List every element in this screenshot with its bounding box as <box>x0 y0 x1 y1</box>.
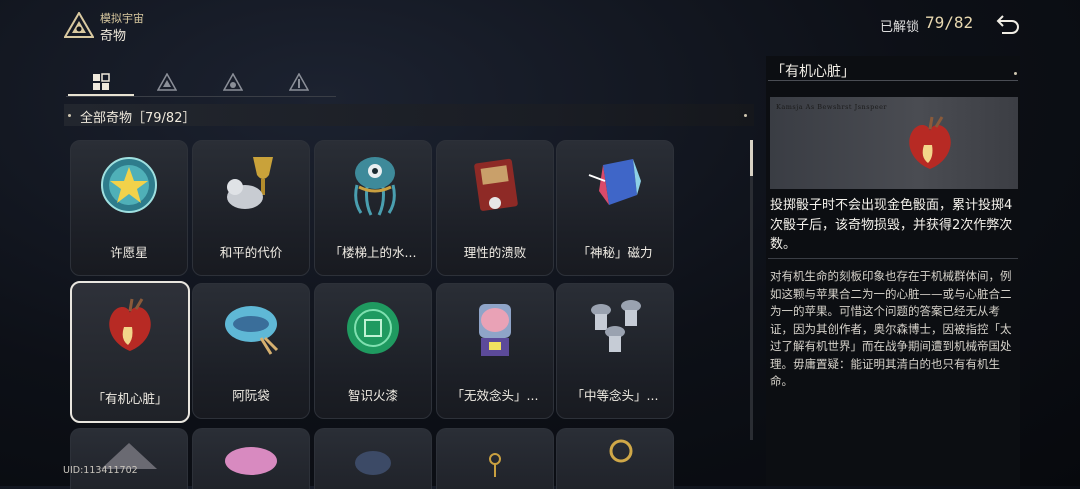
red-book-icon <box>474 158 518 211</box>
item-card-partial[interactable] <box>70 428 188 489</box>
item-card-selected[interactable]: 「有机心脏」 <box>70 281 190 423</box>
item-name: 「中等念头」... <box>571 388 659 403</box>
item-name: 阿阮袋 <box>232 388 270 403</box>
uid-label: UID:113411702 <box>63 465 138 476</box>
ring-icon <box>609 439 633 463</box>
page-title: 奇物 <box>100 29 127 44</box>
book-icon <box>101 443 157 469</box>
simulated-universe-logo-icon <box>64 12 94 38</box>
item-name: 「有机心脏」 <box>92 391 168 406</box>
tab-path-2[interactable] <box>200 70 266 94</box>
item-card-partial[interactable] <box>556 428 674 489</box>
tab-all[interactable] <box>68 70 134 96</box>
item-name: 理性的溃败 <box>463 245 527 260</box>
item-card[interactable]: 阿阮袋 <box>192 283 310 419</box>
item-name: 「楼梯上的水... <box>329 245 417 260</box>
path-emblem-icon <box>289 73 309 91</box>
robot-group-icon <box>591 300 641 352</box>
back-icon[interactable] <box>994 12 1020 38</box>
pouch-icon <box>225 306 279 355</box>
effect-text: 投掷骰子时不会出现金色骰面，累计投掷4次骰子后，该奇物损毁，并获得2次作弊次数。 <box>770 198 1013 252</box>
category-dot <box>744 114 747 117</box>
grid-icon <box>93 73 110 90</box>
item-card[interactable]: 「神秘」磁力 <box>556 140 674 276</box>
lore-text: 对有机生命的刻板印象也存在于机械群体间，例如这颗与苹果合二为一的心脏——或与心脏… <box>770 269 1012 388</box>
grid-scrollbar[interactable] <box>750 140 753 440</box>
item-card[interactable]: 「无效念头」... <box>436 283 554 419</box>
unlock-count: 79/82 <box>925 13 974 32</box>
path-emblem-icon <box>157 73 177 91</box>
item-card[interactable]: 智识火漆 <box>314 283 432 419</box>
item-card[interactable]: 「楼梯上的水... <box>314 140 432 276</box>
wishing-star-icon <box>101 157 157 213</box>
category-label: 全部奇物［79/82］ <box>80 111 196 126</box>
title-divider <box>768 80 1018 81</box>
category-dot <box>68 114 71 117</box>
item-card-partial[interactable] <box>436 428 554 489</box>
brain-machine-icon <box>479 304 511 356</box>
item-name: 许愿星 <box>110 245 148 260</box>
path-emblem-icon <box>223 73 243 91</box>
trophy-seal-icon <box>227 157 273 209</box>
title-dot <box>1014 72 1017 75</box>
grid-scroll-thumb[interactable] <box>750 140 753 176</box>
jellyfish-icon <box>354 157 396 216</box>
detail-title: 「有机心脏」 <box>771 64 855 80</box>
item-card[interactable]: 理性的溃败 <box>436 140 554 276</box>
module-label: 模拟宇宙 <box>100 12 144 25</box>
item-card[interactable]: 「中等念头」... <box>556 283 674 419</box>
item-card[interactable]: 许愿星 <box>70 140 188 276</box>
item-name: 和平的代价 <box>219 245 283 260</box>
pendant-icon <box>489 453 501 477</box>
organic-heart-icon <box>109 298 151 351</box>
prism-cube-icon <box>588 159 641 205</box>
item-name: 「无效念头」... <box>451 388 539 403</box>
unlock-label: 已解锁 <box>880 20 920 35</box>
item-card-partial[interactable] <box>314 428 432 489</box>
preview-caption: Kamsja As Bewshrst Jsnspeer <box>776 103 888 111</box>
item-name: 智识火漆 <box>347 388 398 403</box>
organic-heart-icon <box>909 116 951 169</box>
item-name: 「神秘」磁力 <box>577 245 653 260</box>
pink-creature-icon <box>225 447 277 475</box>
item-card[interactable]: 和平的代价 <box>192 140 310 276</box>
dark-orb-icon <box>355 451 391 475</box>
tab-path-1[interactable] <box>134 70 200 94</box>
item-card-partial[interactable] <box>192 428 310 489</box>
tab-path-3[interactable] <box>266 70 332 94</box>
description-divider <box>768 258 1018 259</box>
filter-tabs <box>66 68 336 97</box>
green-seal-icon <box>347 302 399 354</box>
